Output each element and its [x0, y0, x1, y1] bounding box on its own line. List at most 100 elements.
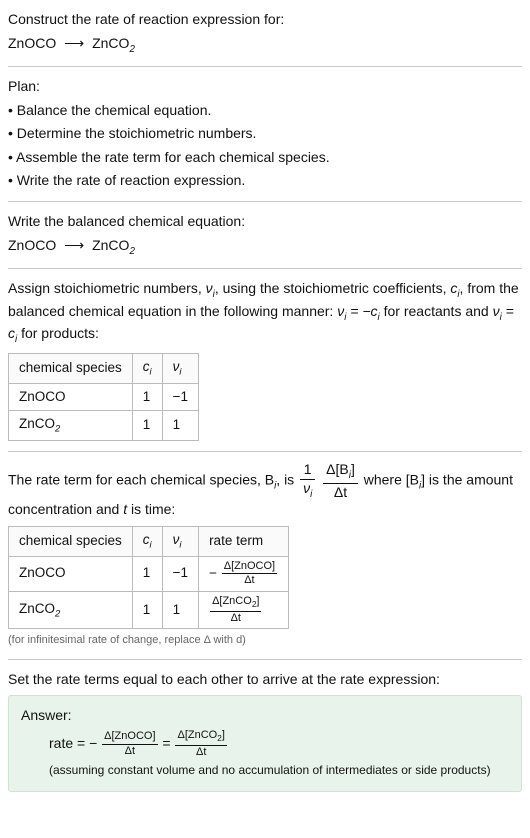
rs2: , is: [276, 472, 298, 488]
rel1b: = −c: [346, 303, 377, 319]
t1: Assign stoichiometric numbers,: [8, 280, 206, 296]
frac-ans-1: Δ[ZnOCO] Δt: [101, 731, 158, 757]
cell-rate-term: Δ[ZnCO2] Δt: [199, 591, 289, 628]
rate-prefix: rate = −: [49, 735, 97, 751]
num: Δ[ZnOCO]: [102, 731, 157, 745]
sp2-sub: 2: [55, 424, 60, 435]
divider: [8, 268, 522, 269]
table-header-row: chemical species ci νi: [9, 353, 199, 383]
plan-item-3: • Assemble the rate term for each chemic…: [8, 148, 522, 168]
sp2-sub: 2: [55, 608, 60, 619]
num-a: Δ[B: [326, 461, 349, 477]
table-row: ZnOCO 1 −1 − Δ[ZnOCO] Δt: [9, 556, 289, 591]
stoich-table: chemical species ci νi ZnOCO 1 −1 ZnCO2 …: [8, 353, 199, 442]
sub-i: i: [179, 540, 181, 551]
page-title: Construct the rate of reaction expressio…: [8, 10, 522, 30]
cell-ci: 1: [132, 591, 162, 628]
sub-i: i: [179, 366, 181, 377]
divider: [8, 66, 522, 67]
sp2: ZnCO: [19, 416, 55, 431]
plan-item-4: • Write the rate of reaction expression.: [8, 171, 522, 191]
cell-ci: 1: [132, 556, 162, 591]
table-row: ZnCO2 1 1: [9, 411, 199, 441]
col-rate-term: rate term: [199, 526, 289, 556]
rs5: is time:: [127, 501, 175, 517]
t2: , using the stoichiometric coefficients,: [215, 280, 451, 296]
balance-heading: Write the balanced chemical equation:: [8, 212, 522, 232]
table-row: ZnCO2 1 1 Δ[ZnCO2] Δt: [9, 591, 289, 628]
col-ci: ci: [132, 353, 162, 383]
divider: [8, 451, 522, 452]
den: Δt: [175, 746, 226, 759]
eq-lhs: ZnOCO: [8, 35, 56, 51]
cell-species: ZnOCO: [9, 383, 133, 411]
den-dt: Δt: [323, 484, 358, 500]
col-species: chemical species: [9, 526, 133, 556]
nu: ν: [206, 280, 213, 296]
table-header-row: chemical species ci νi rate term: [9, 526, 289, 556]
arrow-icon: ⟶: [60, 35, 88, 51]
col-nui: νi: [162, 526, 198, 556]
cell-species: ZnCO2: [9, 591, 133, 628]
t5: for products:: [17, 325, 99, 341]
cell-species: ZnCO2: [9, 411, 133, 441]
arrow-icon: ⟶: [60, 237, 88, 253]
den: Δt: [210, 612, 261, 625]
frac-1-over-nu: 1 νi: [298, 462, 317, 500]
bal-rhs: ZnCO: [92, 237, 129, 253]
cell-ci: 1: [132, 411, 162, 441]
eq-rhs: ZnCO: [92, 35, 129, 51]
rs3: where [B: [364, 472, 419, 488]
balanced-equation: ZnOCO ⟶ ZnCO2: [8, 236, 522, 259]
sub-i: i: [150, 366, 152, 377]
frac-ans-2: Δ[ZnCO2] Δt: [174, 730, 227, 758]
plan-text-3: Assemble the rate term for each chemical…: [16, 149, 330, 165]
rate-term-paragraph: The rate term for each chemical species,…: [8, 462, 522, 520]
rate-term-table: chemical species ci νi rate term ZnOCO 1…: [8, 526, 289, 629]
num-b: ]: [351, 461, 355, 477]
num: Δ[ZnOCO]: [222, 561, 277, 575]
plan-heading: Plan:: [8, 77, 522, 97]
bal-lhs: ZnOCO: [8, 237, 56, 253]
col-nui: νi: [162, 353, 198, 383]
num-b: ]: [222, 729, 225, 741]
answer-box: Answer: rate = − Δ[ZnOCO] Δt = Δ[ZnCO2] …: [8, 695, 522, 792]
ci-sym: c: [143, 359, 150, 374]
cell-nui: 1: [162, 591, 198, 628]
equals: =: [162, 735, 174, 751]
cell-nui: −1: [162, 383, 198, 411]
num-a: Δ[ZnCO: [212, 595, 252, 607]
num-b: ]: [256, 595, 259, 607]
minus-icon: −: [209, 565, 217, 580]
bal-rhs-sub: 2: [129, 245, 134, 256]
num: 1: [300, 462, 315, 479]
plan-text-4: Write the rate of reaction expression.: [17, 172, 246, 188]
rs1: The rate term for each chemical species,…: [8, 472, 274, 488]
ci-sym: c: [143, 532, 150, 547]
plan-text-1: Balance the chemical equation.: [17, 102, 212, 118]
den: Δt: [102, 745, 157, 758]
cell-nui: 1: [162, 411, 198, 441]
den: Δt: [222, 574, 277, 587]
plan-text-2: Determine the stoichiometric numbers.: [17, 125, 257, 141]
col-ci: ci: [132, 526, 162, 556]
num-a: Δ[ZnCO: [177, 729, 217, 741]
infinitesimal-note: (for infinitesimal rate of change, repla…: [8, 633, 522, 648]
sp2: ZnCO: [19, 601, 55, 616]
answer-label: Answer:: [21, 706, 509, 726]
frac-znoco: Δ[ZnOCO] Δt: [221, 561, 278, 587]
final-sentence: Set the rate terms equal to each other t…: [8, 670, 522, 690]
sub-i: i: [310, 489, 312, 500]
plan-item-2: • Determine the stoichiometric numbers.: [8, 124, 522, 144]
answer-rate-expression: rate = − Δ[ZnOCO] Δt = Δ[ZnCO2] Δt: [21, 730, 509, 758]
cell-nui: −1: [162, 556, 198, 591]
main-equation: ZnOCO ⟶ ZnCO2: [8, 34, 522, 57]
divider: [8, 201, 522, 202]
sub-i: i: [150, 540, 152, 551]
frac-znco2: Δ[ZnCO2] Δt: [209, 596, 262, 624]
answer-assumption: (assuming constant volume and no accumul…: [21, 762, 509, 779]
divider: [8, 659, 522, 660]
eq-rhs-sub: 2: [129, 43, 134, 54]
cell-ci: 1: [132, 383, 162, 411]
cell-rate-term: − Δ[ZnOCO] Δt: [199, 556, 289, 591]
